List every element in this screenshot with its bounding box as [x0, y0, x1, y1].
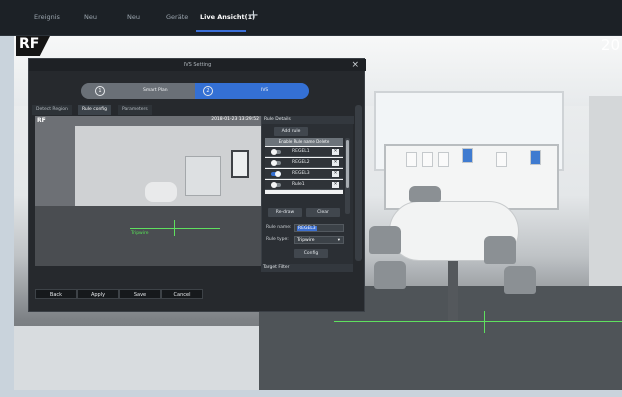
step-number: 1 — [95, 86, 105, 96]
chair — [369, 226, 401, 254]
active-tab-indicator — [196, 30, 246, 32]
clear-button[interactable]: Clear — [306, 208, 340, 217]
tab-rule-config[interactable]: Rule config — [78, 105, 111, 115]
save-button[interactable]: Save — [119, 289, 161, 299]
dialog-scrollbar[interactable] — [355, 105, 362, 261]
rules-table: Enable Rule name Delete REGEL1 ✕ REGEL2 … — [265, 138, 343, 194]
delete-icon[interactable]: ✕ — [332, 160, 339, 166]
scroll-thumb[interactable] — [346, 140, 349, 188]
right-wall — [589, 96, 622, 316]
tripwire-line[interactable] — [130, 228, 220, 229]
target-filter-header[interactable]: Target Filter — [261, 264, 353, 272]
rule-name: REGEL1 — [292, 149, 310, 154]
tab-events[interactable]: Ereignis — [34, 13, 60, 21]
rule-name: REGEL2 — [292, 160, 310, 165]
table-row[interactable]: REGEL3 ✕ — [265, 169, 343, 179]
chevron-down-icon: ▾ — [337, 238, 340, 243]
enable-toggle[interactable] — [271, 149, 281, 155]
step-label: Smart Plan — [143, 88, 168, 93]
preview-floor — [35, 206, 261, 266]
tab-live-view[interactable]: Live Ansicht(1) — [200, 13, 255, 21]
table-row[interactable]: REGEL1 ✕ — [265, 147, 343, 157]
delete-icon[interactable]: ✕ — [332, 171, 339, 177]
chair — [484, 236, 516, 264]
delete-icon[interactable]: ✕ — [332, 149, 339, 155]
config-button[interactable]: Config — [294, 249, 328, 258]
rule-type-label: Rule type: — [266, 237, 289, 242]
cancel-button[interactable]: Cancel — [161, 289, 203, 299]
preview-timestamp: 2018-01-23 13:29:52 — [211, 117, 259, 122]
rules-table-header: Enable Rule name Delete — [265, 138, 343, 146]
delete-icon[interactable]: ✕ — [332, 182, 339, 188]
preview-table — [145, 182, 177, 202]
tab-detect-region[interactable]: Detect Region — [32, 105, 72, 115]
table-leg — [448, 261, 458, 321]
apply-button[interactable]: Apply — [77, 289, 119, 299]
tab-new-1[interactable]: Neu — [84, 13, 97, 21]
top-tab-bar: Ereignis Neu Neu Geräte Live Ansicht(1) … — [0, 0, 622, 36]
add-rule-button[interactable]: Add rule — [274, 127, 308, 136]
enable-toggle[interactable] — [271, 171, 281, 177]
tripwire-direction-arrow — [174, 220, 175, 236]
rule-name-label: Rule name: — [266, 225, 292, 230]
enable-toggle[interactable] — [271, 182, 281, 188]
ivs-setting-dialog: IVS Setting × 1 Smart Plan 2 IVS Detect … — [28, 58, 366, 312]
step-number: 2 — [203, 86, 213, 96]
rule-details-header: Rule Details — [262, 116, 354, 124]
paper-note-blue — [530, 150, 541, 165]
preview-shelf — [185, 156, 221, 196]
enable-toggle[interactable] — [271, 160, 281, 166]
tab-new-2[interactable]: Neu — [127, 13, 140, 21]
preview-frame — [231, 150, 249, 178]
step-ivs[interactable]: 2 IVS — [195, 83, 309, 99]
tab-parameters[interactable]: Parameters — [118, 105, 152, 115]
tripwire-line — [334, 321, 622, 322]
setup-stepper: 1 Smart Plan 2 IVS — [81, 83, 309, 99]
paper-note — [438, 152, 449, 167]
chair — [374, 261, 406, 289]
sub-tabs: Detect Region Rule config Parameters — [32, 105, 362, 115]
dialog-title: IVS Setting — [29, 59, 366, 71]
rule-details-panel: Rule Details Add rule Enable Rule name D… — [261, 116, 354, 264]
table-row[interactable]: REGEL2 ✕ — [265, 158, 343, 168]
rule-name: Rule1 — [292, 182, 305, 187]
paper-note-blue — [462, 148, 473, 163]
chair — [504, 266, 536, 294]
preview-logo: RF — [37, 117, 46, 124]
camera-timestamp-fragment: 20 — [600, 36, 620, 54]
tab-devices[interactable]: Geräte — [166, 13, 188, 21]
rules-scrollbar[interactable] — [345, 138, 350, 214]
rule-type-select[interactable]: Tripwire ▾ — [294, 236, 344, 244]
step-smart-plan[interactable]: 1 Smart Plan — [81, 83, 195, 99]
camera-preview[interactable]: Tripwire RF 2018-01-23 13:29:52 — [35, 116, 261, 266]
paper-note — [496, 152, 507, 167]
left-floor — [14, 326, 259, 390]
close-icon[interactable]: × — [351, 59, 359, 71]
redraw-button[interactable]: Re-draw — [268, 208, 302, 217]
tripwire-direction — [484, 311, 485, 333]
add-tab-icon[interactable]: + — [248, 8, 259, 23]
chair — [409, 186, 441, 202]
rule-name-input[interactable]: REGEL3 — [294, 224, 344, 232]
step-label: IVS — [261, 88, 269, 93]
back-button[interactable]: Back — [35, 289, 77, 299]
table-row[interactable]: Rule1 ✕ — [265, 180, 343, 190]
paper-note — [406, 152, 417, 167]
paper-note — [422, 152, 433, 167]
tripwire-label: Tripwire — [131, 231, 149, 236]
rule-name: REGEL3 — [292, 171, 310, 176]
